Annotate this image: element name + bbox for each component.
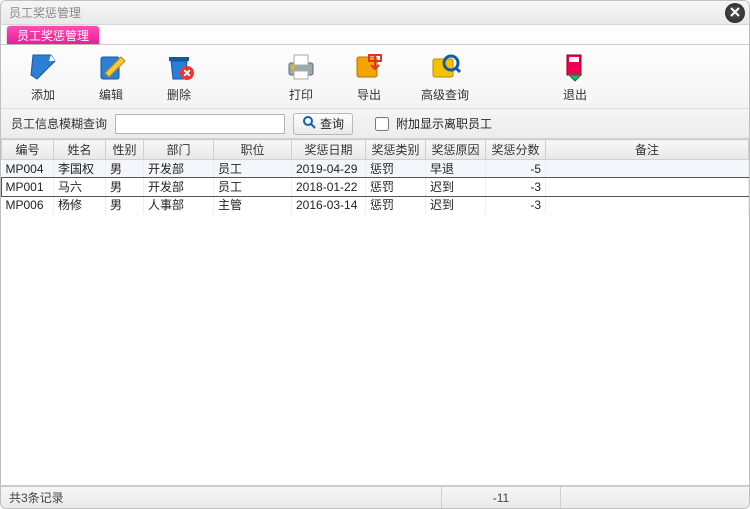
cell-id: MP006 <box>2 196 54 214</box>
search-bar: 员工信息模糊查询 查询 附加显示离职员工 <box>1 109 749 139</box>
cell-score: -3 <box>486 196 546 214</box>
cell-pos: 主管 <box>214 196 292 214</box>
include-leaver-checkbox[interactable]: 附加显示离职员工 <box>371 114 492 134</box>
cell-date: 2018-01-22 <box>292 178 366 196</box>
cell-reason: 迟到 <box>426 196 486 214</box>
col-gender[interactable]: 性别 <box>106 140 144 160</box>
cell-score: -5 <box>486 160 546 178</box>
cell-dept: 开发部 <box>144 160 214 178</box>
tab-label: 员工奖惩管理 <box>17 27 89 44</box>
exit-icon <box>559 51 591 83</box>
col-date[interactable]: 奖惩日期 <box>292 140 366 160</box>
search-input[interactable] <box>115 114 285 134</box>
adv-search-label: 高级查询 <box>421 86 469 103</box>
add-icon <box>27 51 59 83</box>
col-pos[interactable]: 职位 <box>214 140 292 160</box>
print-button[interactable]: 打印 <box>279 51 323 103</box>
magnifier-icon <box>302 115 316 132</box>
export-button[interactable]: 导出 <box>347 51 391 103</box>
col-score[interactable]: 奖惩分数 <box>486 140 546 160</box>
status-count: 共3条记录 <box>9 489 441 506</box>
window-title: 员工奖惩管理 <box>9 4 81 21</box>
print-label: 打印 <box>289 86 313 103</box>
delete-icon <box>163 51 195 83</box>
tab-strip: 员工奖惩管理 <box>1 25 749 45</box>
cell-name: 杨修 <box>54 196 106 214</box>
tab-main[interactable]: 员工奖惩管理 <box>7 26 99 44</box>
cell-date: 2016-03-14 <box>292 196 366 214</box>
col-remark[interactable]: 备注 <box>546 140 749 160</box>
cell-gender: 男 <box>106 196 144 214</box>
edit-icon <box>95 51 127 83</box>
search-button[interactable]: 查询 <box>293 113 353 135</box>
col-id[interactable]: 编号 <box>2 140 54 160</box>
exit-button[interactable]: 退出 <box>553 51 597 103</box>
cell-pos: 员工 <box>214 178 292 196</box>
cell-date: 2019-04-29 <box>292 160 366 178</box>
table-row[interactable]: MP006杨修男人事部主管2016-03-14惩罚迟到-3 <box>2 196 749 214</box>
print-icon <box>285 51 317 83</box>
cell-id: MP004 <box>2 160 54 178</box>
add-label: 添加 <box>31 86 55 103</box>
close-button[interactable] <box>725 3 745 23</box>
include-leaver-label: 附加显示离职员工 <box>396 115 492 132</box>
cell-remark <box>546 196 749 214</box>
cell-id: MP001 <box>2 178 54 196</box>
cell-remark <box>546 160 749 178</box>
export-label: 导出 <box>357 86 381 103</box>
app-window: 员工奖惩管理 员工奖惩管理 添加 编辑 删除 <box>0 0 750 509</box>
cell-dept: 人事部 <box>144 196 214 214</box>
title-bar: 员工奖惩管理 <box>1 1 749 25</box>
cell-dept: 开发部 <box>144 178 214 196</box>
cell-gender: 男 <box>106 160 144 178</box>
status-bar: 共3条记录 -11 <box>1 486 749 508</box>
col-reason[interactable]: 奖惩原因 <box>426 140 486 160</box>
col-name[interactable]: 姓名 <box>54 140 106 160</box>
table-row[interactable]: MP004李国权男开发部员工2019-04-29惩罚早退-5 <box>2 160 749 178</box>
col-dept[interactable]: 部门 <box>144 140 214 160</box>
delete-button[interactable]: 删除 <box>157 51 201 103</box>
status-sum: -11 <box>441 487 561 508</box>
adv-search-button[interactable]: 高级查询 <box>415 51 475 103</box>
include-leaver-input[interactable] <box>375 117 389 131</box>
col-type[interactable]: 奖惩类别 <box>366 140 426 160</box>
data-grid[interactable]: 编号 姓名 性别 部门 职位 奖惩日期 奖惩类别 奖惩原因 奖惩分数 备注 MP… <box>1 139 749 486</box>
add-button[interactable]: 添加 <box>21 51 65 103</box>
delete-label: 删除 <box>167 86 191 103</box>
close-icon <box>730 6 740 20</box>
cell-score: -3 <box>486 178 546 196</box>
exit-label: 退出 <box>563 86 587 103</box>
cell-gender: 男 <box>106 178 144 196</box>
export-icon <box>353 51 385 83</box>
adv-search-icon <box>429 51 461 83</box>
cell-name: 李国权 <box>54 160 106 178</box>
toolbar: 添加 编辑 删除 打印 导出 <box>1 45 749 109</box>
cell-reason: 早退 <box>426 160 486 178</box>
cell-reason: 迟到 <box>426 178 486 196</box>
edit-button[interactable]: 编辑 <box>89 51 133 103</box>
cell-name: 马六 <box>54 178 106 196</box>
cell-pos: 员工 <box>214 160 292 178</box>
search-button-label: 查询 <box>320 115 344 132</box>
edit-label: 编辑 <box>99 86 123 103</box>
search-label: 员工信息模糊查询 <box>11 115 107 132</box>
cell-type: 惩罚 <box>366 178 426 196</box>
cell-type: 惩罚 <box>366 160 426 178</box>
table-row[interactable]: MP001马六男开发部员工2018-01-22惩罚迟到-3 <box>2 178 749 196</box>
cell-remark <box>546 178 749 196</box>
grid-header: 编号 姓名 性别 部门 职位 奖惩日期 奖惩类别 奖惩原因 奖惩分数 备注 <box>2 140 749 160</box>
cell-type: 惩罚 <box>366 196 426 214</box>
